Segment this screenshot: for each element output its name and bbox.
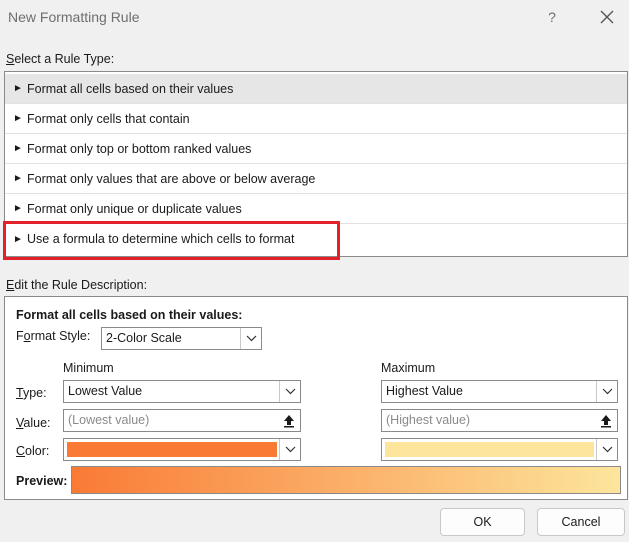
rule-item-unique-duplicate[interactable]: ► Format only unique or duplicate values xyxy=(5,194,627,224)
chevron-down-icon xyxy=(596,381,617,402)
chevron-down-icon xyxy=(279,439,300,460)
minimum-type-value: Lowest Value xyxy=(68,384,143,398)
ok-button[interactable]: OK xyxy=(440,508,525,536)
collapse-dialog-button[interactable] xyxy=(595,410,617,431)
rule-item-label: Format all cells based on their values xyxy=(27,81,234,96)
upload-arrow-icon xyxy=(284,414,294,427)
window-title: New Formatting Rule xyxy=(8,9,140,25)
rule-item-format-all[interactable]: ► Format all cells based on their values xyxy=(5,74,627,104)
title-bar: New Formatting Rule ? xyxy=(0,0,629,36)
rule-item-top-bottom[interactable]: ► Format only top or bottom ranked values xyxy=(5,134,627,164)
minimum-color-picker[interactable] xyxy=(63,438,301,461)
description-heading: Format all cells based on their values: xyxy=(16,308,243,322)
collapse-dialog-button[interactable] xyxy=(278,410,300,431)
chevron-down-icon xyxy=(279,381,300,402)
rule-item-label: Format only values that are above or bel… xyxy=(27,171,316,186)
maximum-color-swatch xyxy=(385,442,594,457)
bullet-icon: ► xyxy=(13,203,23,214)
bullet-icon: ► xyxy=(13,113,23,124)
rule-item-label: Use a formula to determine which cells t… xyxy=(27,232,295,246)
rule-type-label: Select a Rule Type: xyxy=(6,52,115,66)
bullet-icon: ► xyxy=(13,233,23,245)
rule-item-above-below-average[interactable]: ► Format only values that are above or be… xyxy=(5,164,627,194)
bullet-icon: ► xyxy=(13,173,23,184)
maximum-type-value: Highest Value xyxy=(386,384,463,398)
rule-description-label: Edit the Rule Description: xyxy=(6,278,148,292)
minimum-header: Minimum xyxy=(63,361,114,375)
upload-arrow-icon xyxy=(601,414,611,427)
rule-item-label: Format only unique or duplicate values xyxy=(27,201,242,216)
chevron-down-icon xyxy=(240,328,261,349)
minimum-value-placeholder: (Lowest value) xyxy=(68,413,150,427)
maximum-value-input[interactable]: (Highest value) xyxy=(381,409,618,432)
close-icon xyxy=(600,10,614,24)
color-scale-preview xyxy=(71,466,621,494)
maximum-type-select[interactable]: Highest Value xyxy=(381,380,618,403)
format-style-select[interactable]: 2-Color Scale xyxy=(101,327,262,350)
maximum-color-picker[interactable] xyxy=(381,438,618,461)
maximum-value-placeholder: (Highest value) xyxy=(386,413,471,427)
value-label: Value: xyxy=(16,416,51,430)
rule-item-label: Format only cells that contain xyxy=(27,111,190,126)
type-label: Type: xyxy=(16,386,47,400)
bullet-icon: ► xyxy=(13,143,23,154)
minimum-value-input[interactable]: (Lowest value) xyxy=(63,409,301,432)
close-button[interactable] xyxy=(596,6,618,28)
minimum-type-select[interactable]: Lowest Value xyxy=(63,380,301,403)
rule-type-list[interactable]: ► Format all cells based on their values … xyxy=(4,71,628,257)
format-style-label: Format Style: xyxy=(16,329,91,343)
rule-description-panel: Format all cells based on their values: … xyxy=(4,296,628,500)
bullet-icon: ► xyxy=(13,83,23,94)
cancel-button[interactable]: Cancel xyxy=(537,508,625,536)
format-style-value: 2-Color Scale xyxy=(106,331,182,345)
color-label: Color: xyxy=(16,444,50,458)
maximum-header: Maximum xyxy=(381,361,436,375)
chevron-down-icon xyxy=(596,439,617,460)
minimum-color-swatch xyxy=(67,442,277,457)
rule-item-label: Format only top or bottom ranked values xyxy=(27,141,252,156)
rule-item-use-formula[interactable]: ► Use a formula to determine which cells … xyxy=(5,224,627,254)
help-button[interactable]: ? xyxy=(541,6,563,28)
rule-item-cells-that-contain[interactable]: ► Format only cells that contain xyxy=(5,104,627,134)
preview-label: Preview: xyxy=(16,474,68,488)
